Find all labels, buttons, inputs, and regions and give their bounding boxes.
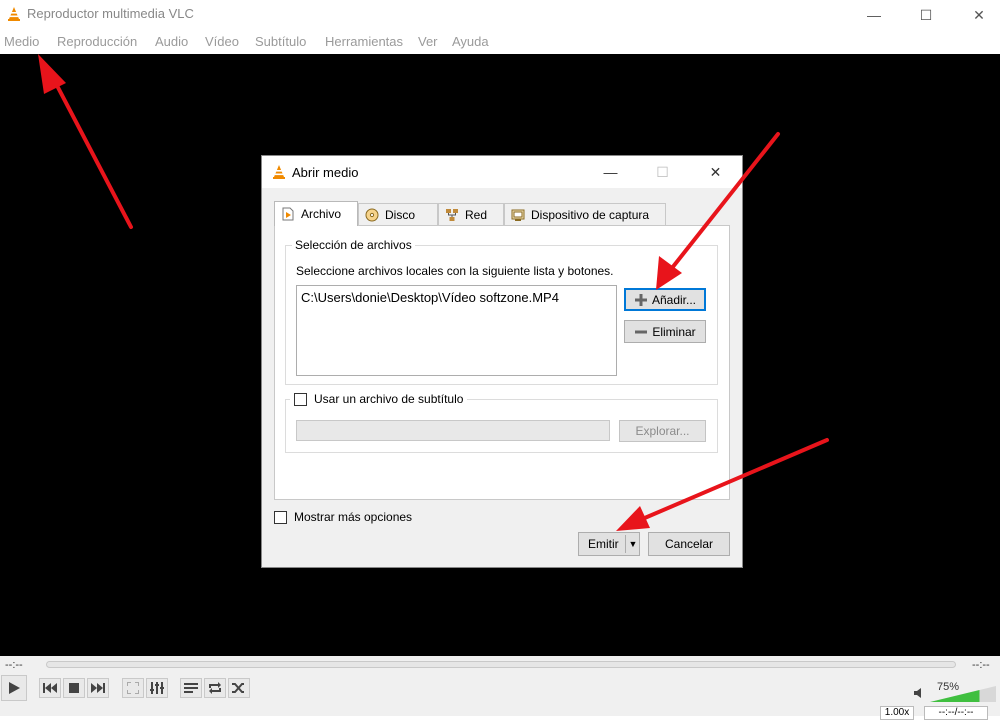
remove-button-label: Eliminar <box>652 324 696 339</box>
dialog-title: Abrir medio <box>292 165 359 180</box>
menu-bar: Medio Reproducción Audio Vídeo Subtítulo… <box>0 30 1000 54</box>
volume-slider[interactable] <box>930 686 996 702</box>
tab-dispositivo-captura[interactable]: Dispositivo de captura <box>504 203 666 225</box>
menu-medio[interactable]: Medio <box>4 34 39 49</box>
playlist-button[interactable] <box>180 678 202 698</box>
add-button-label: Añadir... <box>651 292 697 307</box>
tab-disco[interactable]: Disco <box>358 203 438 225</box>
emit-dropdown-arrow-icon[interactable]: ▼ <box>625 535 640 553</box>
menu-herramientas[interactable]: Herramientas <box>325 34 403 49</box>
tab-dispositivo-label: Dispositivo de captura <box>531 207 650 222</box>
remove-button[interactable]: Eliminar <box>624 320 706 343</box>
dialog-minimize-button[interactable]: — <box>588 156 633 188</box>
next-button[interactable] <box>87 678 109 698</box>
minus-icon <box>635 330 648 333</box>
network-icon <box>446 208 458 221</box>
loop-button[interactable] <box>204 678 226 698</box>
tab-archivo[interactable]: Archivo <box>274 201 358 226</box>
tab-archivo-label: Archivo <box>301 207 342 221</box>
add-button[interactable]: Añadir... <box>624 288 706 311</box>
play-icon <box>9 682 20 694</box>
tab-panel-archivo: Selección de archivos Seleccione archivo… <box>274 225 730 500</box>
dialog-close-button[interactable]: ✕ <box>693 156 738 188</box>
more-options-row: Mostrar más opciones <box>274 510 412 524</box>
dialog-maximize-button: ☐ <box>656 163 669 180</box>
plus-icon <box>634 293 647 306</box>
emit-button[interactable]: Emitir ▼ <box>578 532 640 556</box>
menu-ver[interactable]: Ver <box>418 34 438 49</box>
subtitle-checkbox[interactable] <box>294 392 307 406</box>
close-button[interactable]: ✕ <box>956 0 1000 30</box>
previous-icon <box>43 683 57 693</box>
file-selection-instructions: Seleccione archivos locales con la sigui… <box>296 264 614 278</box>
stop-icon <box>69 683 79 693</box>
menu-subtitulo[interactable]: Subtítulo <box>255 34 306 49</box>
menu-reproduccion[interactable]: Reproducción <box>57 34 137 49</box>
player-controls: --:-- --:-- 75% 1.00x --:--/--:-- <box>0 656 1000 720</box>
elapsed-time: --:-- <box>5 659 23 671</box>
play-button[interactable] <box>1 675 27 701</box>
cancel-button[interactable]: Cancelar <box>648 532 730 556</box>
subtitle-checkbox-label: Usar un archivo de subtítulo <box>314 392 464 406</box>
stop-button[interactable] <box>63 678 85 698</box>
disc-icon <box>365 208 379 221</box>
tab-red[interactable]: Red <box>438 203 504 225</box>
shuffle-button[interactable] <box>228 678 250 698</box>
more-options-label: Mostrar más opciones <box>294 510 413 524</box>
subtitle-group: Usar un archivo de subtítulo Explorar... <box>285 392 718 453</box>
file-play-icon <box>282 207 294 221</box>
playlist-icon <box>184 683 198 693</box>
fullscreen-button[interactable] <box>122 678 144 698</box>
window-titlebar: Reproductor multimedia VLC — ☐ ✕ <box>0 0 1000 30</box>
minimize-button[interactable]: — <box>851 0 897 30</box>
loop-icon <box>209 682 221 694</box>
more-options-checkbox[interactable] <box>274 510 287 524</box>
next-icon <box>91 683 105 693</box>
vlc-logo-icon <box>8 7 20 21</box>
maximize-button[interactable]: ☐ <box>903 0 949 30</box>
dialog-titlebar: Abrir medio — ☐ ✕ <box>262 156 742 188</box>
menu-audio[interactable]: Audio <box>155 34 188 49</box>
open-media-dialog: Abrir medio — ☐ ✕ Archivo Disco Red Disp… <box>261 155 743 568</box>
vlc-logo-icon <box>273 165 285 179</box>
shuffle-icon <box>232 683 244 693</box>
file-selection-group-label: Selección de archivos <box>292 238 415 252</box>
equalizer-icon <box>150 682 164 694</box>
window-title: Reproductor multimedia VLC <box>27 6 194 21</box>
previous-button[interactable] <box>39 678 61 698</box>
volume-fill <box>930 690 980 702</box>
fullscreen-icon <box>127 682 139 694</box>
menu-ayuda[interactable]: Ayuda <box>452 34 489 49</box>
speaker-icon[interactable] <box>914 687 926 699</box>
subtitle-path-field <box>296 420 610 441</box>
browse-button: Explorar... <box>619 420 706 442</box>
menu-video[interactable]: Vídeo <box>205 34 239 49</box>
extended-settings-button[interactable] <box>146 678 168 698</box>
file-list-item[interactable]: C:\Users\donie\Desktop\Vídeo softzone.MP… <box>301 290 559 305</box>
playback-speed[interactable]: 1.00x <box>880 706 914 720</box>
subtitle-group-header: Usar un archivo de subtítulo <box>290 392 468 406</box>
tab-disco-label: Disco <box>385 207 416 222</box>
remaining-time: --:-- <box>972 659 990 671</box>
seek-bar[interactable] <box>46 661 956 668</box>
emit-button-label: Emitir <box>588 537 619 551</box>
time-display[interactable]: --:--/--:-- <box>924 706 988 720</box>
capture-device-icon <box>511 209 525 221</box>
tab-red-label: Red <box>465 207 488 222</box>
file-selection-group: Selección de archivos Seleccione archivo… <box>285 238 718 385</box>
file-list[interactable]: C:\Users\donie\Desktop\Vídeo softzone.MP… <box>296 285 617 376</box>
